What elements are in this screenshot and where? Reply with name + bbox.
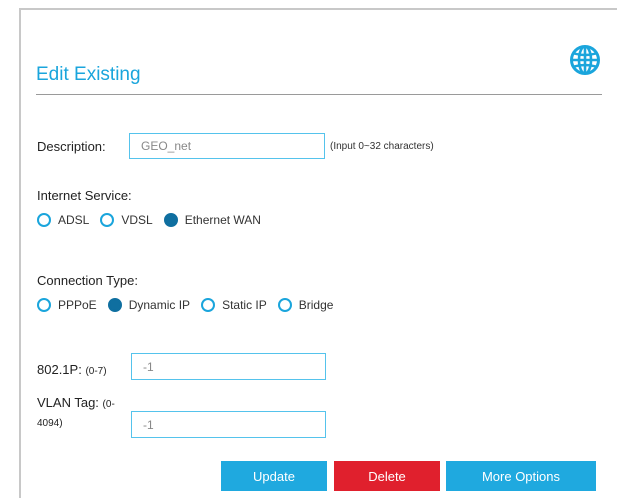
radio-adsl[interactable]: ADSL (37, 213, 89, 227)
radio-label: Static IP (222, 298, 267, 312)
radio-circle-selected[interactable] (163, 213, 178, 227)
radio-vdsl[interactable]: VDSL (100, 213, 153, 227)
priority-input[interactable] (131, 353, 326, 380)
radio-label: Dynamic IP (128, 298, 191, 312)
vlan-tag-label-text: VLAN Tag: (37, 395, 99, 410)
internet-service-radio-group: ADSL VDSL Ethernet WAN (37, 213, 272, 227)
radio-label: PPPoE (58, 298, 97, 312)
radio-dynamic-ip[interactable]: Dynamic IP (107, 298, 191, 312)
delete-button[interactable]: Delete (334, 461, 440, 491)
priority-label: 802.1P: (0-7) (37, 362, 107, 377)
update-button[interactable]: Update (221, 461, 327, 491)
vlan-range-start: (0- (102, 399, 115, 410)
globe-icon (570, 45, 600, 75)
more-options-button[interactable]: More Options (446, 461, 596, 491)
description-input[interactable] (129, 133, 325, 159)
radio-label: VDSL (121, 213, 153, 227)
radio-pppoe[interactable]: PPPoE (37, 298, 97, 312)
radio-bridge[interactable]: Bridge (277, 298, 334, 312)
description-label: Description: (37, 139, 106, 154)
radio-circle[interactable] (201, 298, 216, 312)
vlan-range-end: 4094) (37, 418, 63, 429)
radio-circle-selected[interactable] (107, 298, 122, 312)
connection-type-label: Connection Type: (37, 273, 138, 288)
radio-label: ADSL (58, 213, 90, 227)
radio-label: Bridge (298, 298, 334, 312)
panel-border-left (19, 8, 21, 498)
radio-circle[interactable] (100, 213, 115, 227)
description-hint: (Input 0~32 characters) (330, 141, 434, 152)
vlan-tag-input[interactable] (131, 411, 326, 438)
radio-circle[interactable] (37, 213, 51, 227)
title-divider (36, 94, 602, 95)
page-title: Edit Existing (36, 64, 141, 85)
radio-ethernet-wan[interactable]: Ethernet WAN (163, 213, 261, 227)
radio-static-ip[interactable]: Static IP (201, 298, 267, 312)
priority-label-text: 802.1P: (37, 362, 82, 377)
priority-range: (0-7) (85, 366, 107, 377)
radio-circle[interactable] (277, 298, 292, 312)
connection-type-radio-group: PPPoE Dynamic IP Static IP Bridge (37, 298, 344, 312)
panel-border-top (19, 8, 617, 10)
radio-label: Ethernet WAN (184, 213, 261, 227)
radio-circle[interactable] (37, 298, 51, 312)
vlan-tag-label: VLAN Tag: (0- 4094) (37, 394, 115, 432)
internet-service-label: Internet Service: (37, 188, 132, 203)
